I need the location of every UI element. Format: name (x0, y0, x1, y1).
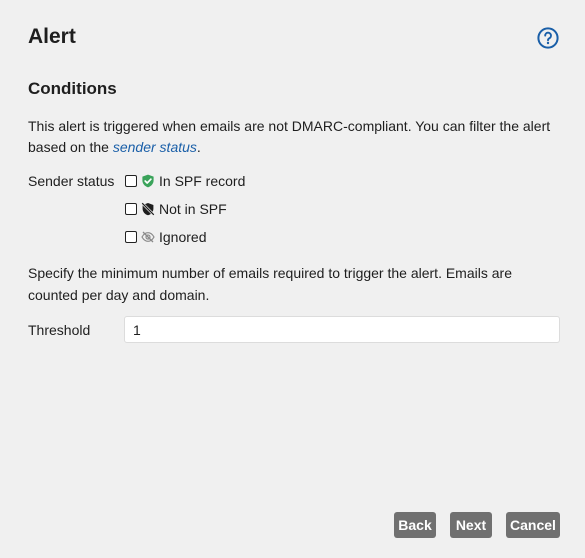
in-spf-record-checkbox[interactable] (125, 175, 137, 187)
option-label: Not in SPF (159, 201, 227, 217)
eye-off-icon (141, 231, 155, 243)
option-label: Ignored (159, 229, 207, 245)
description-suffix: . (196, 139, 201, 155)
alert-dialog: Alert Conditions This alert is triggered… (0, 0, 585, 558)
conditions-description: This alert is triggered when emails are … (28, 116, 563, 158)
shield-off-icon (141, 202, 155, 216)
threshold-input[interactable] (124, 316, 560, 343)
option-in-spf-record[interactable]: In SPF record (125, 172, 245, 190)
threshold-description: Specify the minimum number of emails req… (28, 265, 512, 303)
option-label: In SPF record (159, 173, 246, 189)
shield-check-icon (142, 174, 154, 188)
not-in-spf-checkbox[interactable] (125, 203, 137, 215)
help-icon[interactable] (537, 27, 559, 49)
dialog-title: Alert (28, 25, 76, 48)
option-not-in-spf[interactable]: Not in SPF (125, 200, 245, 218)
ignored-checkbox[interactable] (125, 231, 137, 243)
sender-status-label: Sender status (28, 173, 115, 189)
threshold-label: Threshold (28, 322, 91, 338)
option-ignored[interactable]: Ignored (125, 228, 245, 246)
next-button[interactable]: Next (450, 512, 492, 538)
back-button[interactable]: Back (394, 512, 436, 538)
cancel-button[interactable]: Cancel (506, 512, 560, 538)
sender-status-options: In SPF record Not in SPF Ignored (125, 172, 245, 256)
conditions-heading: Conditions (28, 79, 117, 98)
description-text: This alert is triggered when emails are … (28, 118, 551, 155)
sender-status-link[interactable]: sender status (113, 139, 197, 155)
